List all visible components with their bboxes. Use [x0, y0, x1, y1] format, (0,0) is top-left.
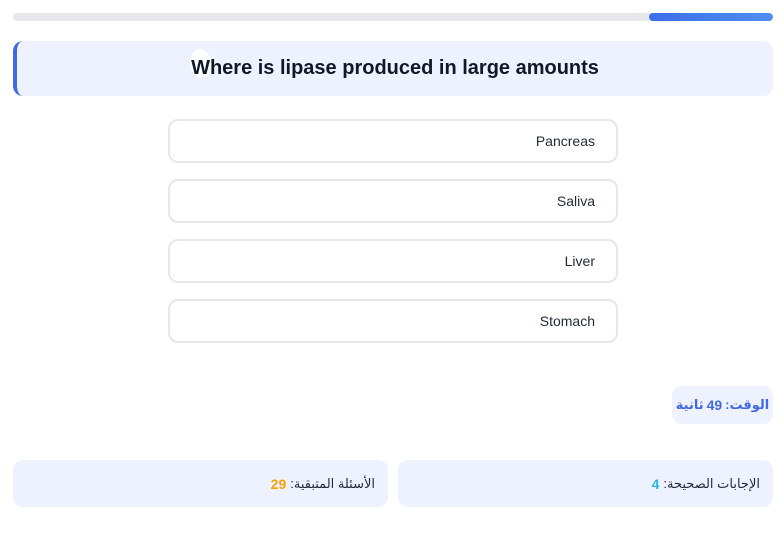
answer-option-label: Liver: [564, 253, 595, 269]
answer-option-stomach[interactable]: Stomach: [168, 299, 618, 343]
answer-option-label: Stomach: [539, 313, 595, 329]
remaining-questions-label: الأسئلة المتبقية:: [290, 475, 375, 491]
answer-option-label: Pancreas: [535, 133, 595, 149]
timer-label: الوقت:: [725, 397, 770, 412]
answer-option-pancreas[interactable]: Pancreas: [168, 119, 618, 163]
progress-bar: [13, 13, 773, 21]
timer-value: 49: [706, 397, 723, 413]
correct-answers-count: 4: [651, 475, 660, 492]
correct-answers-card: الإجابات الصحيحة: 4: [398, 460, 773, 507]
question-text: Where is lipase produced in large amount…: [191, 57, 599, 79]
question-card: Where is lipase produced in large amount…: [13, 41, 773, 96]
correct-answers-label: الإجابات الصحيحة:: [663, 475, 760, 491]
remaining-questions-card: الأسئلة المتبقية: 29: [13, 460, 388, 507]
progress-bar-fill: [649, 13, 773, 21]
remaining-questions-count: 29: [270, 475, 287, 492]
answer-options: Pancreas Saliva Liver Stomach: [168, 119, 618, 359]
answer-option-label: Saliva: [556, 193, 595, 209]
answer-option-saliva[interactable]: Saliva: [168, 179, 618, 223]
timer-badge: الوقت: 49 ثانية: [672, 386, 773, 424]
answer-option-liver[interactable]: Liver: [168, 239, 618, 283]
timer-unit: ثانية: [675, 397, 704, 412]
